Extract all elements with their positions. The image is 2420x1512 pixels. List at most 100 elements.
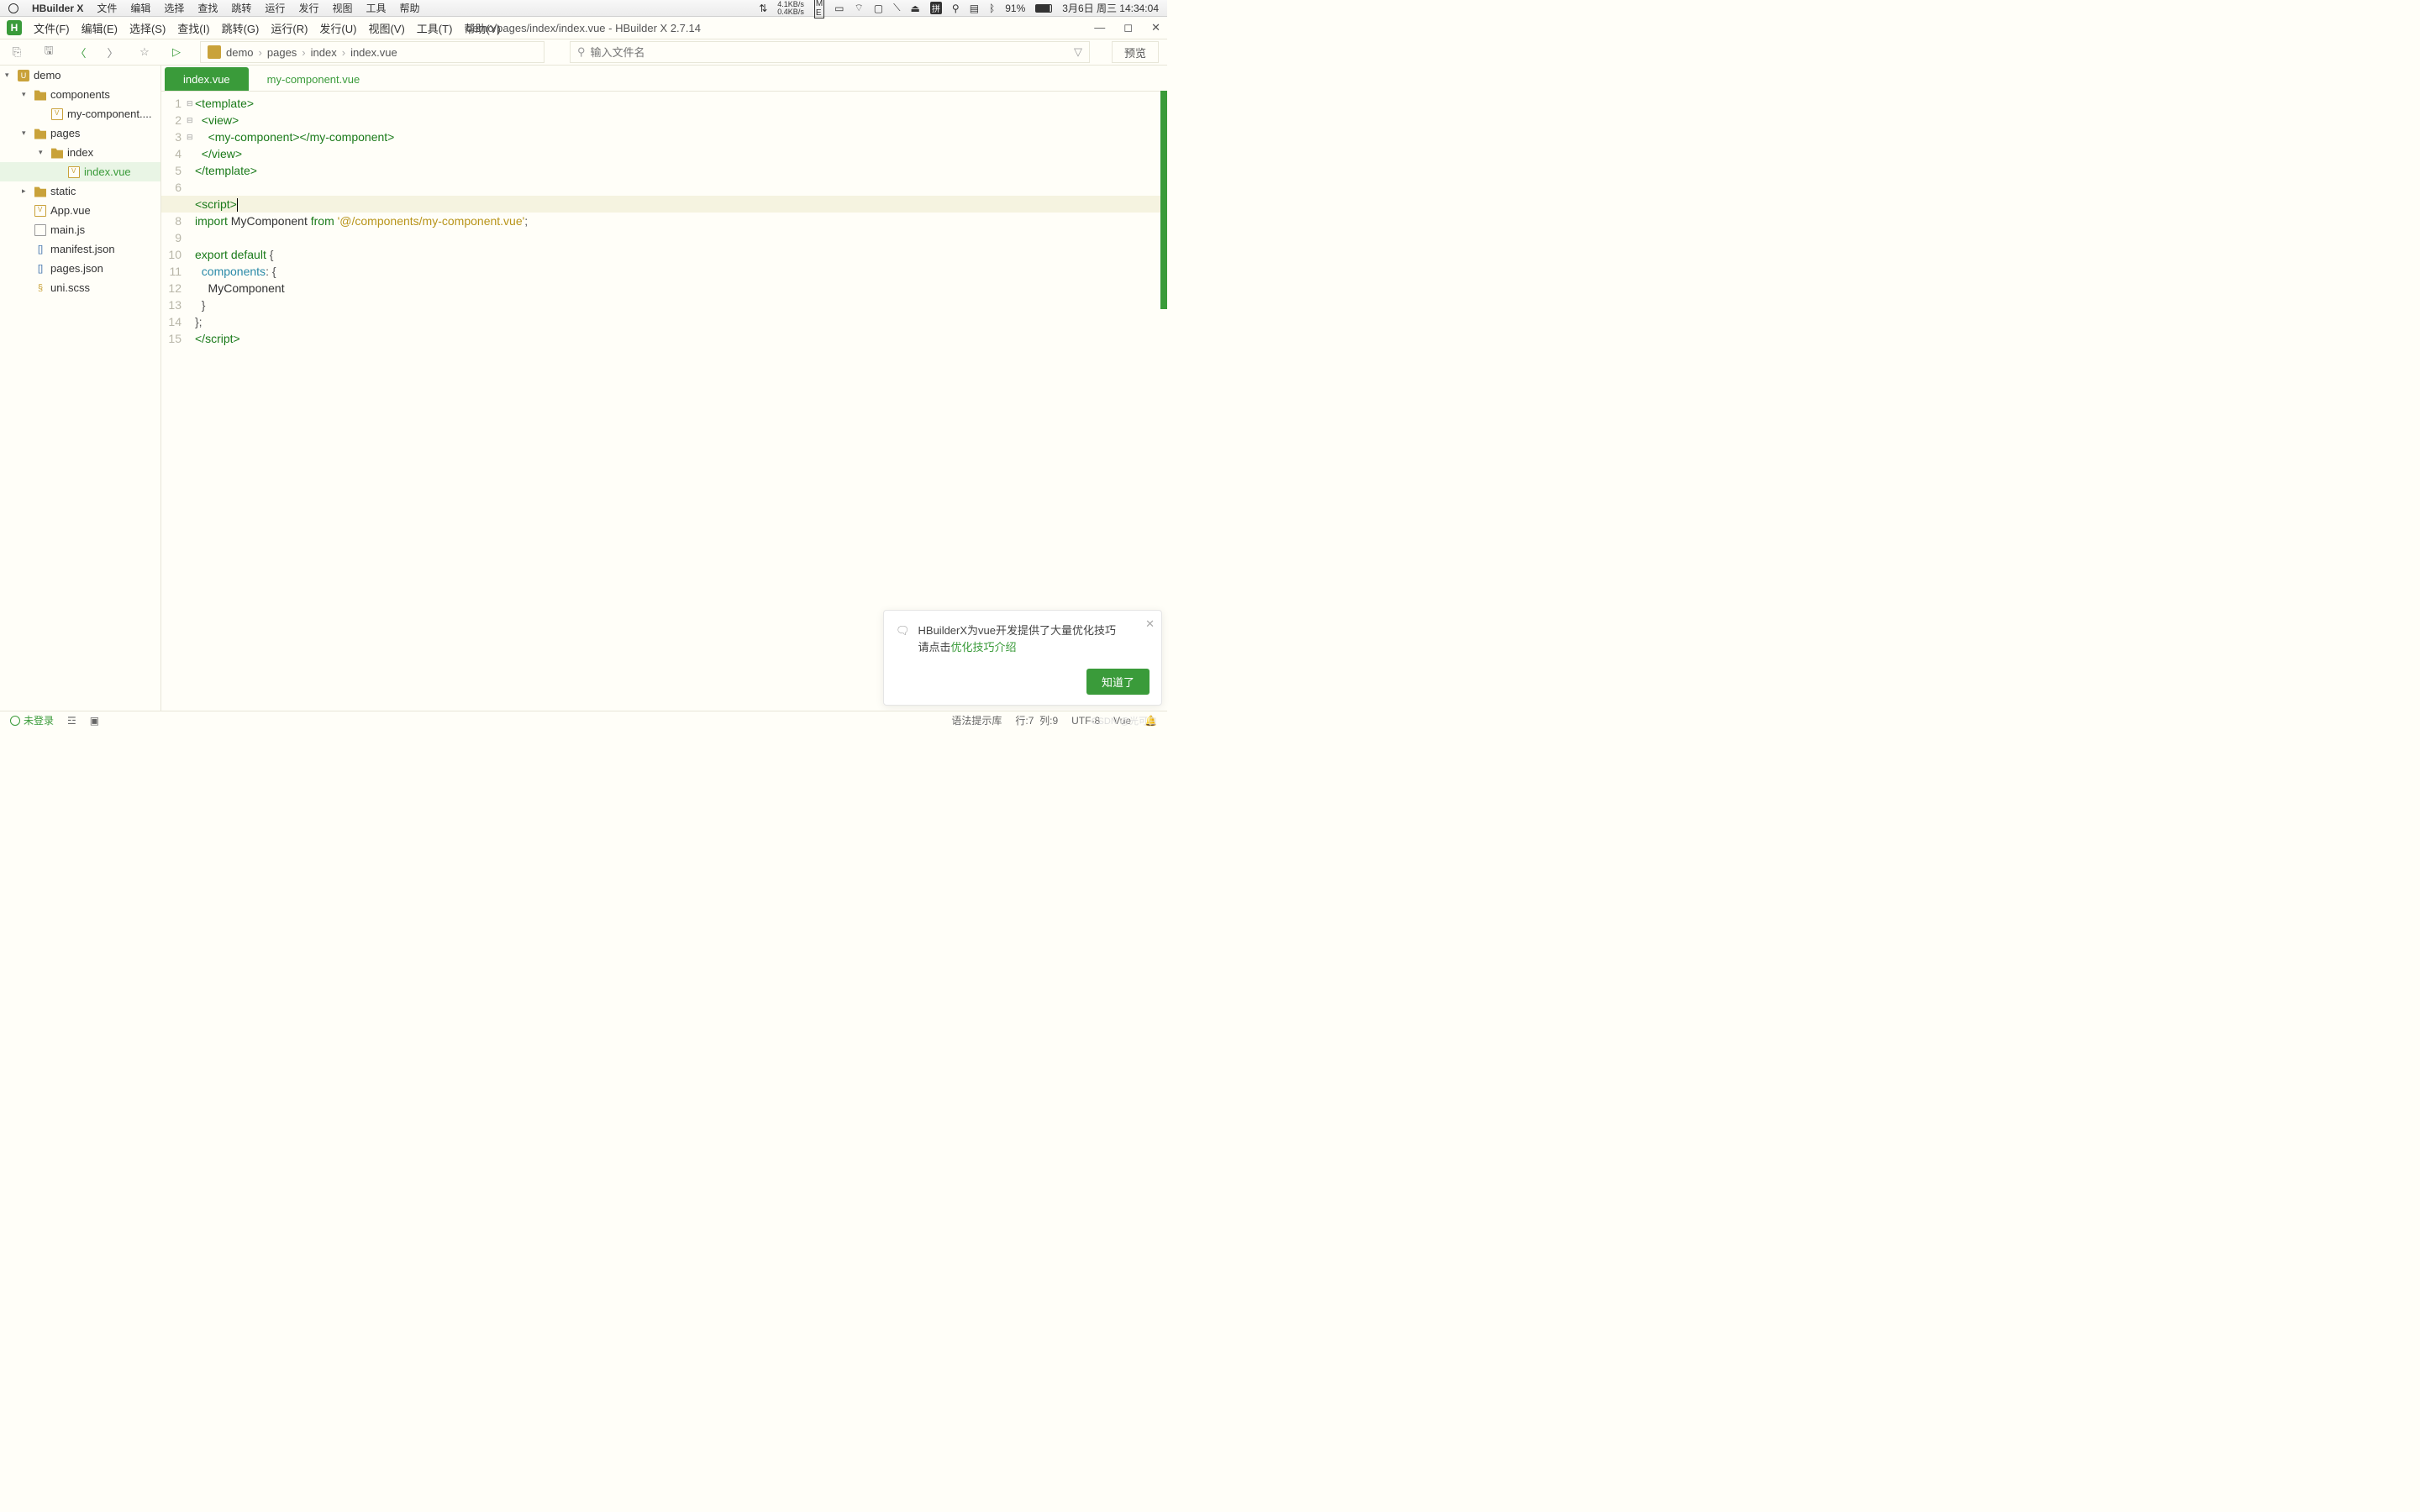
vue-file-icon <box>68 166 80 178</box>
phone-icon[interactable]: ▭ <box>834 3 844 14</box>
folder-icon <box>51 147 63 159</box>
crumb[interactable]: demo <box>226 46 254 59</box>
tree-item[interactable]: ▾pages <box>0 123 160 143</box>
file-tree[interactable]: ▾U demo ▾components my-component.... ▾page… <box>0 66 161 711</box>
tree-item[interactable]: ▾components <box>0 85 160 104</box>
tree-item[interactable]: § uni.scss <box>0 278 160 297</box>
crumb[interactable]: pages <box>267 46 297 59</box>
crumb[interactable]: index.vue <box>350 46 397 59</box>
new-file-icon[interactable]: ⎘ <box>8 44 25 60</box>
battery-icon[interactable] <box>1035 4 1052 13</box>
tree-item[interactable]: App.vue <box>0 201 160 220</box>
mac-menu-item[interactable]: 工具 <box>366 1 386 15</box>
save-icon[interactable]: 🖫 <box>40 44 57 60</box>
preview-button[interactable]: 预览 <box>1112 41 1159 63</box>
line-gutter: 123456789101112131415 <box>161 92 187 711</box>
tab-active[interactable]: index.vue <box>165 67 249 91</box>
json-file-icon: [] <box>34 244 46 255</box>
control-center-icon[interactable]: ▤ <box>970 3 979 14</box>
syntax-hint[interactable]: 语法提示库 <box>951 713 1002 727</box>
tab-inactive[interactable]: my-component.vue <box>249 67 379 91</box>
mac-app-name[interactable]: HBuilder X <box>32 3 83 14</box>
scss-file-icon: § <box>34 282 46 294</box>
tree-item[interactable]: []pages.json <box>0 259 160 278</box>
mac-menu-item[interactable]: 跳转 <box>231 1 251 15</box>
mac-menu-item[interactable]: 编辑 <box>130 1 150 15</box>
run-icon[interactable]: ▷ <box>168 44 185 60</box>
tree-label: pages <box>50 127 80 139</box>
tree-item[interactable]: main.js <box>0 220 160 239</box>
folder-icon <box>34 186 46 197</box>
mac-menu-item[interactable]: 选择 <box>164 1 184 15</box>
search-icon[interactable]: ⚲ <box>952 3 960 14</box>
maximize-button[interactable]: ◻ <box>1123 21 1133 34</box>
apple-menu-icon[interactable] <box>8 3 18 13</box>
mac-menu-item[interactable]: 帮助 <box>399 1 419 15</box>
app-menu-item[interactable]: 查找(I) <box>177 20 209 36</box>
window-title: demo/pages/index/index.vue - HBuilder X … <box>466 22 701 34</box>
minimize-button[interactable]: — <box>1094 21 1105 34</box>
filter-icon[interactable]: ▽ <box>1074 45 1082 59</box>
app-menu-item[interactable]: 编辑(E) <box>82 20 118 36</box>
file-search[interactable]: ⚲ ▽ <box>570 41 1090 63</box>
network-speed: 4.1KB/s0.4KB/s <box>777 1 804 16</box>
tree-label: App.vue <box>50 204 91 217</box>
back-icon[interactable]: 〈 <box>72 44 89 60</box>
breadcrumb[interactable]: demo› pages› index› index.vue <box>200 41 544 63</box>
crumb[interactable]: index <box>311 46 337 59</box>
tree-label: uni.scss <box>50 281 90 294</box>
app-menu-item[interactable]: 工具(T) <box>417 20 453 36</box>
tree-item[interactable]: index.vue <box>0 162 160 181</box>
bluetooth-icon[interactable]: ᛒ <box>989 3 995 14</box>
status-bar: 未登录 ☲ ▣ 语法提示库 行:7 列:9 UTF-8 Vue 🔔 CSDN @… <box>0 711 1167 729</box>
app-menu-item[interactable]: 视图(V) <box>368 20 404 36</box>
tree-item[interactable]: ▾index <box>0 143 160 162</box>
backslash-icon[interactable]: ⟍ <box>893 2 900 14</box>
star-icon[interactable]: ☆ <box>136 44 153 60</box>
memory-icon[interactable]: ME <box>814 0 824 18</box>
tree-item[interactable]: []manifest.json <box>0 239 160 259</box>
file-icon <box>34 224 46 236</box>
battery-percent[interactable]: 91% <box>1005 3 1025 14</box>
notif-ok-button[interactable]: 知道了 <box>1086 669 1150 695</box>
cursor-pos[interactable]: 行:7 列:9 <box>1015 713 1058 727</box>
updown-icon[interactable]: ⇅ <box>759 3 767 14</box>
app-menu-item[interactable]: 选择(S) <box>129 20 166 36</box>
editor-tabs: index.vue my-component.vue <box>161 66 1167 91</box>
mac-menu-item[interactable]: 查找 <box>197 1 218 15</box>
terminal-icon[interactable]: ▣ <box>90 715 99 727</box>
tree-root[interactable]: ▾U demo <box>0 66 160 85</box>
mac-menu-item[interactable]: 视图 <box>332 1 352 15</box>
folder-icon <box>34 89 46 101</box>
datetime[interactable]: 3月6日 周三 14:34:04 <box>1062 1 1159 15</box>
app-menubar: H 文件(F) 编辑(E) 选择(S) 查找(I) 跳转(G) 运行(R) 发行… <box>0 17 1167 39</box>
chat-icon: 🗨 <box>896 622 910 655</box>
tree-item[interactable]: ▸static <box>0 181 160 201</box>
fold-column[interactable]: ⊟⊟⊟ <box>187 92 195 711</box>
project-icon <box>208 45 221 59</box>
tree-label: components <box>50 88 110 101</box>
list-icon[interactable]: ☲ <box>67 715 76 727</box>
mac-menu-item[interactable]: 运行 <box>265 1 285 15</box>
display-icon[interactable]: ▢ <box>874 3 883 14</box>
input-method-icon[interactable]: 拼 <box>930 2 942 14</box>
toolbar: ⎘ 🖫 〈 〉 ☆ ▷ demo› pages› index› index.vu… <box>0 39 1167 66</box>
app-menu-item[interactable]: 发行(U) <box>319 20 356 36</box>
eject-icon[interactable]: ⏏ <box>911 3 920 14</box>
tree-label: my-component.... <box>67 108 151 120</box>
forward-icon[interactable]: 〉 <box>104 44 121 60</box>
login-status[interactable]: 未登录 <box>10 713 54 727</box>
mac-menu-item[interactable]: 发行 <box>298 1 318 15</box>
notif-line1: HBuilderX为vue开发提供了大量优化技巧 <box>918 622 1117 639</box>
mac-menu-item[interactable]: 文件 <box>97 1 117 15</box>
tree-item[interactable]: my-component.... <box>0 104 160 123</box>
notif-link[interactable]: 优化技巧介绍 <box>951 641 1017 654</box>
app-menu-item[interactable]: 跳转(G) <box>222 20 260 36</box>
watermark: CSDN @光可白 <box>1092 714 1157 727</box>
close-button[interactable]: ✕ <box>1151 21 1160 34</box>
file-search-input[interactable] <box>591 46 1069 59</box>
wifi-icon[interactable]: ⌔ <box>855 2 864 14</box>
app-menu-item[interactable]: 运行(R) <box>271 20 308 36</box>
app-menu-item[interactable]: 文件(F) <box>34 20 70 36</box>
close-icon[interactable]: ✕ <box>1145 617 1155 631</box>
